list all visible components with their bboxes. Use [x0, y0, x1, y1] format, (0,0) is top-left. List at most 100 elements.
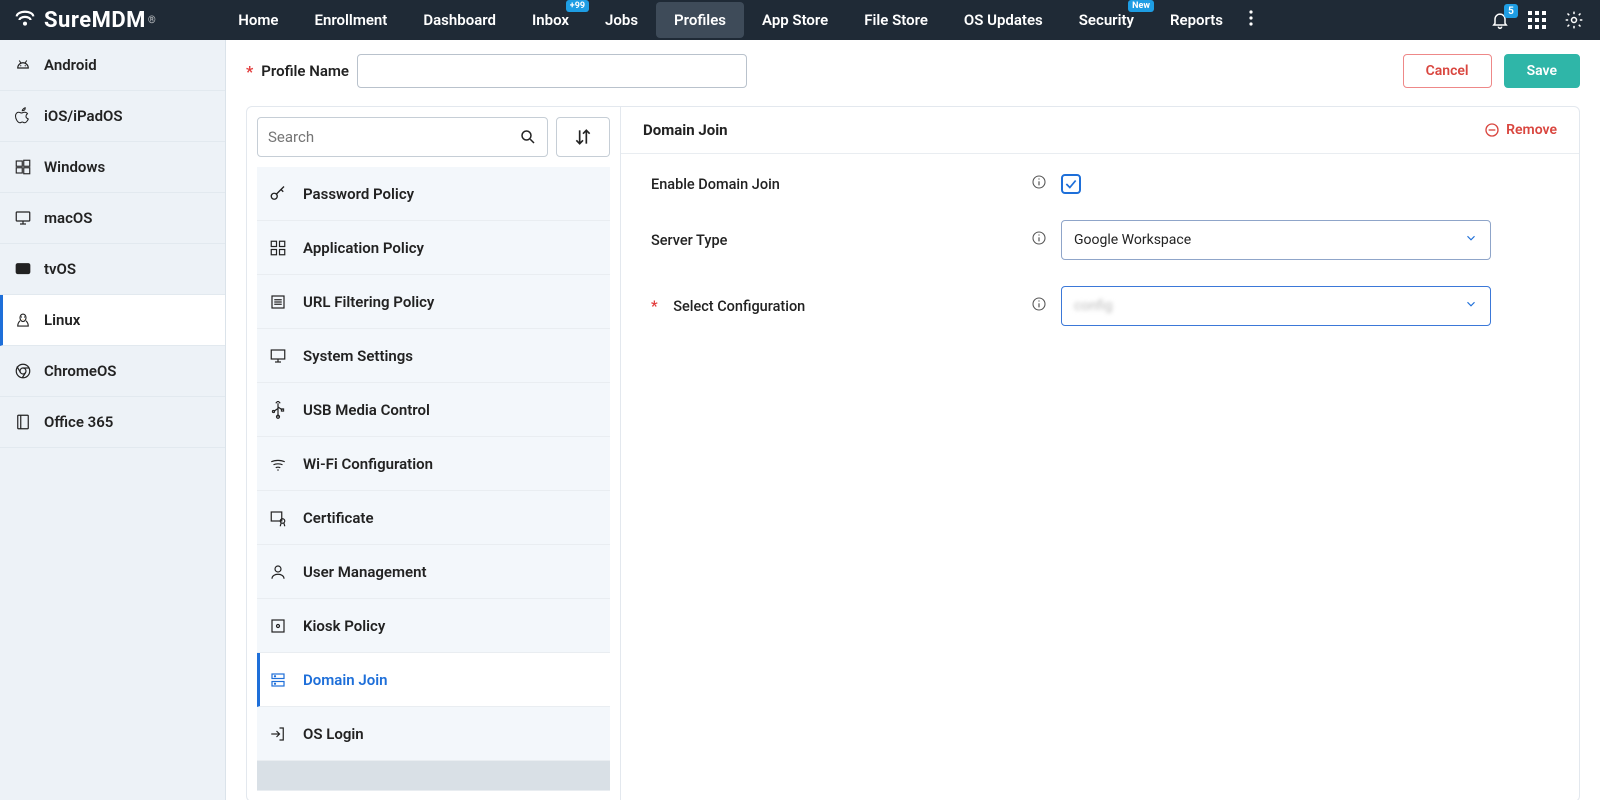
info-selectconfig[interactable]	[1031, 296, 1047, 316]
policy-usermgmt[interactable]: User Management	[257, 545, 610, 599]
policy-urlfilter[interactable]: URL Filtering Policy	[257, 275, 610, 329]
sidebar-item-windows[interactable]: Windows	[0, 142, 225, 193]
nav-right-icons: 5	[1490, 10, 1590, 30]
server-type-label: Server Type	[651, 232, 1031, 249]
policy-system[interactable]: System Settings	[257, 329, 610, 383]
info-icon	[1031, 230, 1047, 246]
nav-profiles[interactable]: Profiles	[656, 2, 744, 38]
policy-application[interactable]: Application Policy	[257, 221, 610, 275]
security-new-badge: New	[1128, 0, 1154, 12]
cancel-button[interactable]: Cancel	[1403, 54, 1492, 88]
apps-icon	[269, 239, 287, 257]
server-type-select[interactable]: Google Workspace	[1061, 220, 1491, 260]
sidebar-item-label: ChromeOS	[44, 362, 116, 380]
info-servertype[interactable]	[1031, 230, 1047, 250]
select-config-value: config	[1074, 298, 1113, 314]
policy-password[interactable]: Password Policy	[257, 167, 610, 221]
sidebar-item-office365[interactable]: Office 365	[0, 397, 225, 448]
nav-enrollment[interactable]: Enrollment	[297, 2, 406, 38]
save-button[interactable]: Save	[1504, 54, 1580, 88]
info-icon	[1031, 296, 1047, 312]
notifications-button[interactable]: 5	[1490, 10, 1510, 30]
remove-button[interactable]: Remove	[1484, 122, 1557, 138]
sidebar-item-label: Android	[44, 56, 97, 74]
profile-name-label: Profile Name	[261, 62, 349, 80]
content-area: * Profile Name Cancel Save	[226, 40, 1600, 800]
check-icon	[1064, 177, 1078, 191]
policy-label: Wi-Fi Configuration	[303, 455, 433, 473]
nav-dashboard[interactable]: Dashboard	[405, 2, 514, 38]
brand-icon	[14, 9, 36, 31]
sidebar-item-chromeos[interactable]: ChromeOS	[0, 346, 225, 397]
bell-count: 5	[1504, 4, 1518, 18]
required-star: *	[651, 298, 658, 315]
search-icon	[519, 128, 537, 146]
profile-name-row: * Profile Name Cancel Save	[246, 54, 1580, 88]
policy-list-column: Password Policy Application Policy URL F…	[247, 107, 621, 800]
policy-label: OS Login	[303, 725, 364, 743]
policy-search[interactable]	[257, 117, 548, 157]
policy-certificate[interactable]: Certificate	[257, 491, 610, 545]
enable-label: Enable Domain Join	[651, 176, 1031, 193]
kiosk-icon	[269, 617, 287, 635]
sidebar-item-tvos[interactable]: tvOS	[0, 244, 225, 295]
policy-usb[interactable]: USB Media Control	[257, 383, 610, 437]
settings-button[interactable]	[1564, 10, 1584, 30]
policy-list: Password Policy Application Policy URL F…	[257, 167, 610, 791]
nav-jobs[interactable]: Jobs	[587, 2, 656, 38]
policy-kiosk[interactable]: Kiosk Policy	[257, 599, 610, 653]
profile-panel: Password Policy Application Policy URL F…	[246, 106, 1580, 800]
desktop-icon	[14, 209, 32, 227]
select-config-label: * Select Configuration	[651, 298, 1031, 315]
apps-grid-button[interactable]	[1528, 11, 1546, 29]
policy-search-input[interactable]	[268, 128, 519, 146]
sidebar-item-linux[interactable]: Linux	[0, 295, 225, 346]
select-config-dropdown[interactable]: config	[1061, 286, 1491, 326]
policy-label: Domain Join	[303, 671, 387, 689]
top-nav: SureMDM® Home Enrollment Dashboard Inbox…	[0, 0, 1600, 40]
detail-title: Domain Join	[643, 121, 728, 139]
wifi-icon	[269, 455, 287, 473]
profile-name-input[interactable]	[357, 54, 747, 88]
nav-appstore[interactable]: App Store	[744, 2, 846, 38]
nav-osupdates[interactable]: OS Updates	[946, 2, 1061, 38]
policy-label: Certificate	[303, 509, 374, 527]
nav-inbox[interactable]: Inbox+99	[514, 2, 587, 38]
remove-label: Remove	[1506, 122, 1557, 138]
policy-detail: Domain Join Remove Enable Domain Join	[621, 107, 1579, 800]
nav-filestore[interactable]: File Store	[846, 2, 946, 38]
key-icon	[269, 185, 287, 203]
platform-sidebar: Android iOS/iPadOS Windows macOS tvOS Li…	[0, 40, 226, 800]
policy-label: System Settings	[303, 347, 413, 365]
sidebar-item-label: tvOS	[44, 260, 76, 278]
windows-icon	[14, 158, 32, 176]
list-icon	[269, 293, 287, 311]
user-icon	[269, 563, 287, 581]
sidebar-item-label: Office 365	[44, 413, 113, 431]
chevron-down-icon	[1464, 297, 1478, 311]
sidebar-item-label: Windows	[44, 158, 105, 176]
sidebar-item-ios[interactable]: iOS/iPadOS	[0, 91, 225, 142]
android-icon	[14, 56, 32, 74]
nav-more[interactable]	[1241, 1, 1261, 39]
policy-label: Application Policy	[303, 239, 424, 257]
sort-button[interactable]	[556, 117, 610, 157]
nav-home[interactable]: Home	[220, 2, 296, 38]
policy-domainjoin[interactable]: Domain Join	[257, 653, 610, 707]
server-icon	[269, 671, 287, 689]
server-type-value: Google Workspace	[1074, 232, 1191, 248]
nav-items: Home Enrollment Dashboard Inbox+99 Jobs …	[220, 1, 1261, 39]
policy-wifi[interactable]: Wi-Fi Configuration	[257, 437, 610, 491]
enable-checkbox[interactable]	[1061, 174, 1081, 194]
nav-security[interactable]: SecurityNew	[1061, 2, 1152, 38]
nav-reports[interactable]: Reports	[1152, 2, 1241, 38]
sidebar-item-label: macOS	[44, 209, 92, 227]
info-enable[interactable]	[1031, 174, 1047, 194]
policy-more	[257, 761, 610, 791]
sidebar-item-android[interactable]: Android	[0, 40, 225, 91]
policy-oslogin[interactable]: OS Login	[257, 707, 610, 761]
inbox-badge: +99	[566, 0, 589, 12]
policy-label: USB Media Control	[303, 401, 430, 419]
sidebar-item-macos[interactable]: macOS	[0, 193, 225, 244]
apps-grid-icon	[1528, 11, 1546, 29]
